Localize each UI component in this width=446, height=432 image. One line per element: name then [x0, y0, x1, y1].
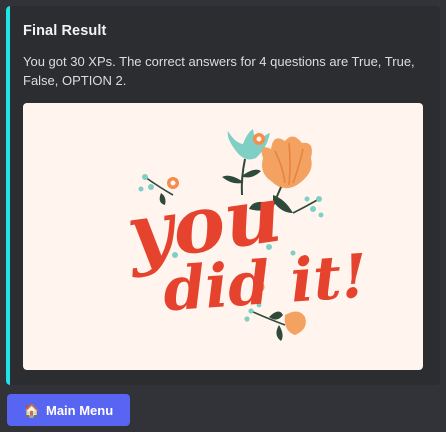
orange-daisy-top [253, 133, 265, 145]
embed-accent-bar [6, 6, 10, 385]
main-menu-label: Main Menu [46, 402, 114, 418]
result-embed: Final Result You got 30 XPs. The correct… [6, 6, 440, 385]
lettering-line-2: did it! [161, 241, 370, 325]
embed-description: You got 30 XPs. The correct answers for … [23, 54, 415, 88]
you-did-it-illustration: you did it! [120, 129, 370, 341]
embed-image[interactable]: you did it! [23, 103, 423, 370]
house-icon: 🏠 [23, 402, 40, 418]
embed-title: Final Result [23, 23, 107, 39]
main-menu-button[interactable]: 🏠 Main Menu [7, 394, 130, 426]
right-sprig-flower [292, 196, 324, 218]
